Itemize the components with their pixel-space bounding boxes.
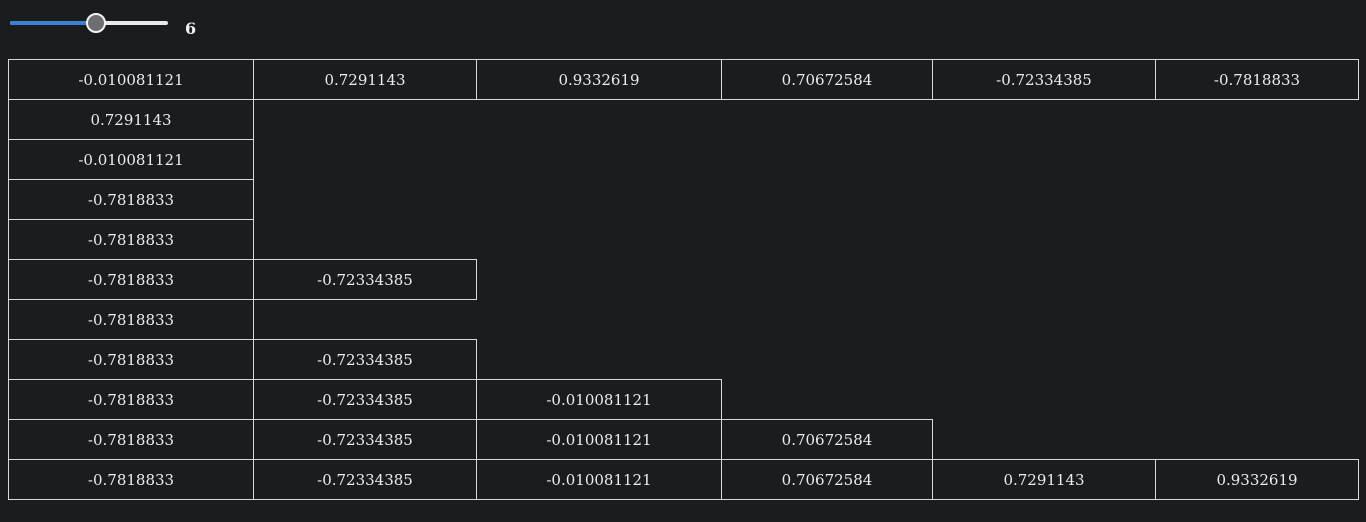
table-row: -0.7818833 -0.72334385 -0.010081121 0.70672… — [8, 419, 1359, 460]
slider-fill — [10, 21, 97, 25]
table-row: -0.7818833 — [8, 299, 1359, 340]
grid-cell-empty — [933, 180, 1156, 220]
grid-cell-empty — [1156, 100, 1359, 140]
grid-cell-empty — [254, 140, 477, 180]
grid-cell-empty — [1156, 340, 1359, 380]
grid-cell-empty — [1156, 260, 1359, 300]
grid-cell-empty — [722, 180, 933, 220]
grid-cell: 0.7291143 — [932, 459, 1156, 500]
grid-cell-empty — [477, 180, 722, 220]
grid-cell: 0.7291143 — [8, 99, 254, 140]
grid-cell: -0.72334385 — [932, 59, 1156, 100]
grid-cell-empty — [1156, 220, 1359, 260]
grid-cell: 0.70672584 — [721, 419, 933, 460]
table-row: -0.010081121 0.7291143 0.9332619 0.70672584… — [8, 59, 1359, 100]
grid-cell-empty — [722, 260, 933, 300]
slider-bar: 6 — [8, 10, 197, 38]
grid-cell: -0.7818833 — [8, 379, 254, 420]
grid-cell: -0.72334385 — [253, 339, 477, 380]
grid-cell-empty — [933, 340, 1156, 380]
grid-cell-empty — [477, 340, 722, 380]
grid-cell: -0.010081121 — [476, 379, 722, 420]
grid-cell: -0.7818833 — [1155, 59, 1359, 100]
table-row: -0.7818833 — [8, 179, 1359, 220]
grid-cell-empty — [1156, 180, 1359, 220]
grid-cell-empty — [1156, 300, 1359, 340]
grid-cell-empty — [254, 180, 477, 220]
grid-cell-empty — [722, 220, 933, 260]
value-slider[interactable] — [8, 10, 170, 36]
grid-cell-empty — [1156, 140, 1359, 180]
grid-cell: 0.7291143 — [253, 59, 477, 100]
grid-cell: 0.70672584 — [721, 459, 933, 500]
grid-cell-empty — [933, 420, 1156, 460]
grid-cell: -0.72334385 — [253, 379, 477, 420]
grid-cell-empty — [254, 300, 477, 340]
grid-cell-empty — [477, 220, 722, 260]
grid-cell-empty — [477, 260, 722, 300]
grid-cell: -0.7818833 — [8, 179, 254, 220]
grid-cell: -0.72334385 — [253, 259, 477, 300]
grid-cell: -0.7818833 — [8, 299, 254, 340]
grid-cell-empty — [722, 140, 933, 180]
slider-thumb[interactable] — [86, 13, 107, 33]
grid-cell: -0.7818833 — [8, 219, 254, 260]
grid-cell: 0.9332619 — [1155, 459, 1359, 500]
grid-cell-empty — [933, 380, 1156, 420]
grid-cell-empty — [477, 140, 722, 180]
grid-cell-empty — [722, 100, 933, 140]
grid-cell: -0.010081121 — [476, 419, 722, 460]
values-grid: -0.010081121 0.7291143 0.9332619 0.70672584… — [8, 59, 1359, 500]
grid-cell: -0.010081121 — [476, 459, 722, 500]
grid-cell-empty — [722, 380, 933, 420]
table-row: -0.010081121 — [8, 139, 1359, 180]
table-row: -0.7818833 -0.72334385 — [8, 259, 1359, 300]
grid-cell-empty — [722, 340, 933, 380]
grid-cell-empty — [1156, 380, 1359, 420]
grid-cell-empty — [933, 100, 1156, 140]
grid-cell-empty — [477, 300, 722, 340]
grid-cell: -0.7818833 — [8, 459, 254, 500]
grid-cell-empty — [722, 300, 933, 340]
table-row: -0.7818833 — [8, 219, 1359, 260]
table-row: -0.7818833 -0.72334385 -0.010081121 0.70672… — [8, 459, 1359, 500]
table-row: -0.7818833 -0.72334385 -0.010081121 — [8, 379, 1359, 420]
grid-cell-empty — [1156, 420, 1359, 460]
grid-cell: -0.72334385 — [253, 419, 477, 460]
grid-body: -0.010081121 0.7291143 0.9332619 0.70672584… — [8, 59, 1359, 500]
grid-cell: 0.70672584 — [721, 59, 933, 100]
grid-cell-empty — [933, 300, 1156, 340]
grid-cell: -0.7818833 — [8, 339, 254, 380]
grid-cell: -0.010081121 — [8, 59, 254, 100]
table-row: 0.7291143 — [8, 99, 1359, 140]
table-row: -0.7818833 -0.72334385 — [8, 339, 1359, 380]
grid-cell-empty — [254, 220, 477, 260]
grid-cell-empty — [933, 260, 1156, 300]
grid-cell-empty — [933, 140, 1156, 180]
grid-cell: -0.7818833 — [8, 259, 254, 300]
grid-cell-empty — [933, 220, 1156, 260]
grid-cell-empty — [477, 100, 722, 140]
grid-cell: -0.7818833 — [8, 419, 254, 460]
grid-cell: -0.72334385 — [253, 459, 477, 500]
grid-cell: -0.010081121 — [8, 139, 254, 180]
grid-cell-empty — [254, 100, 477, 140]
slider-value-label: 6 — [185, 18, 197, 38]
grid-cell: 0.9332619 — [476, 59, 722, 100]
